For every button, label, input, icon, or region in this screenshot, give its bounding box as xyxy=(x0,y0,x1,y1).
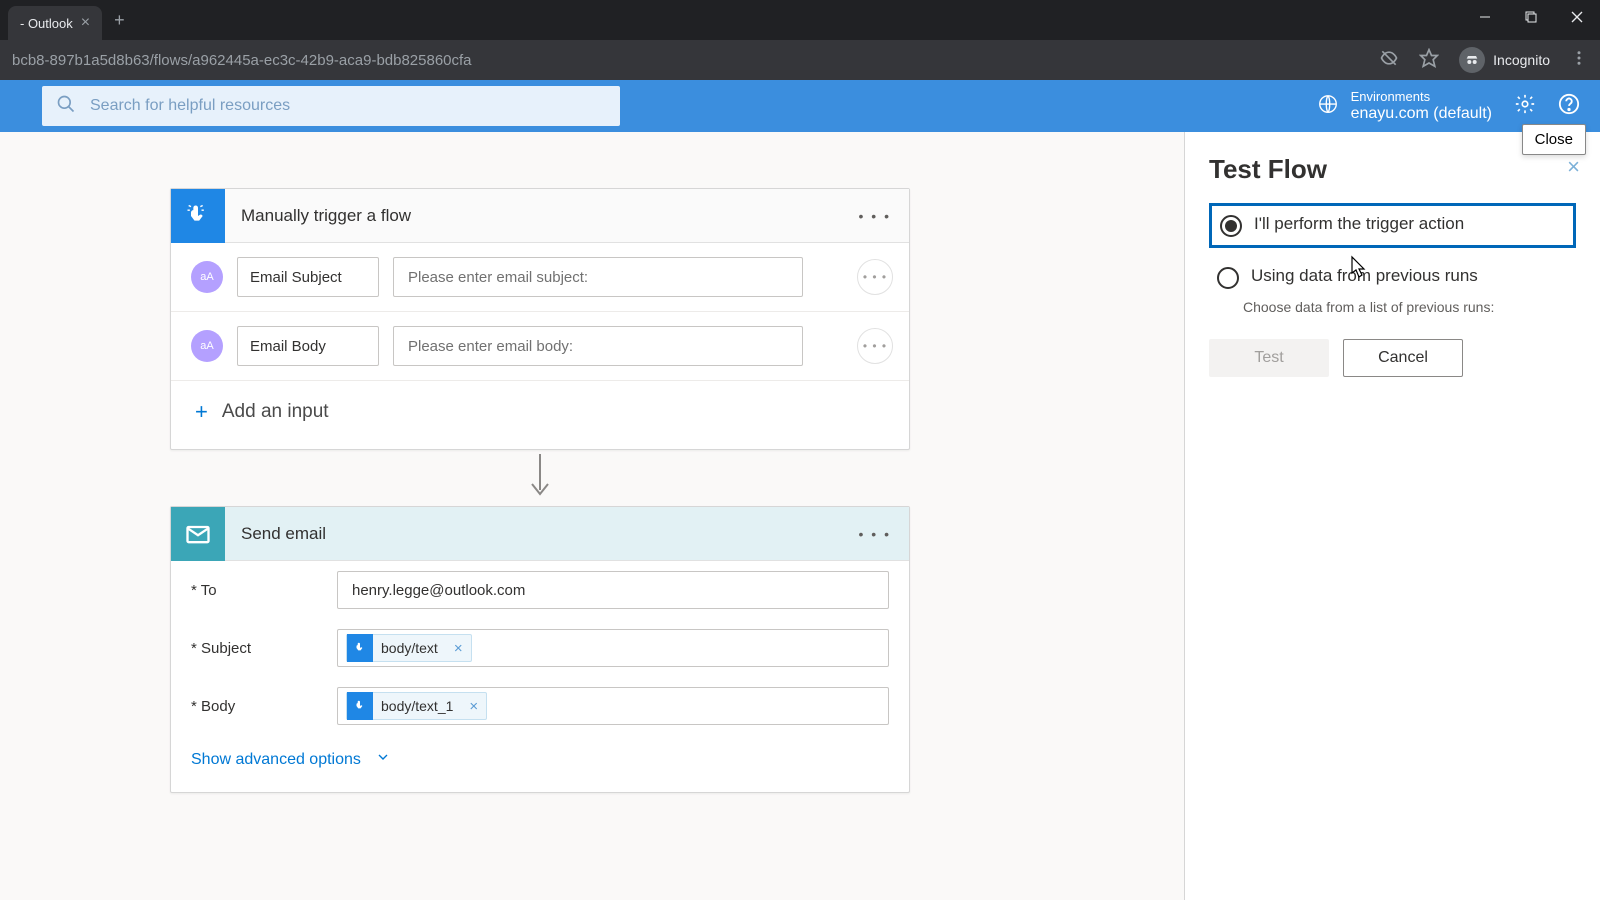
window-close-icon[interactable] xyxy=(1554,0,1600,34)
panel-title: Test Flow xyxy=(1209,154,1576,185)
incognito-label: Incognito xyxy=(1493,52,1550,68)
token-remove-icon[interactable]: × xyxy=(446,640,471,657)
input-prompt-field[interactable]: Please enter email subject: xyxy=(393,257,803,297)
dynamic-token[interactable]: body/text × xyxy=(346,634,472,662)
env-label: Environments xyxy=(1351,89,1492,105)
incognito-icon xyxy=(1459,47,1485,73)
new-tab-button[interactable]: + xyxy=(114,10,125,31)
field-label: * Subject xyxy=(191,640,321,657)
row-menu-icon[interactable]: • • • xyxy=(857,259,893,295)
token-remove-icon[interactable]: × xyxy=(461,698,486,715)
body-input[interactable]: body/text_1 × xyxy=(337,687,889,725)
text-type-icon: aA xyxy=(191,261,223,293)
field-to: * To henry.legge@outlook.com xyxy=(171,561,909,619)
environment-picker[interactable]: Environments enayu.com (default) xyxy=(1317,89,1492,124)
test-button[interactable]: Test xyxy=(1209,339,1329,377)
trigger-card: Manually trigger a flow • • • aA Email S… xyxy=(170,188,910,450)
browser-tab[interactable]: - Outlook × xyxy=(8,6,102,40)
token-text: body/text xyxy=(373,640,446,656)
mail-icon xyxy=(171,507,225,561)
radio-icon xyxy=(1220,215,1242,237)
action-card: Send email • • • * To henry.legge@outloo… xyxy=(170,506,910,793)
hand-tap-icon xyxy=(347,634,373,662)
app-header: Search for helpful resources Environment… xyxy=(0,80,1600,132)
radio-subtext: Choose data from a list of previous runs… xyxy=(1243,299,1576,315)
radio-label: I'll perform the trigger action xyxy=(1254,214,1464,234)
trigger-title: Manually trigger a flow xyxy=(241,206,411,226)
arrow-connector xyxy=(170,450,910,506)
incognito-badge[interactable]: Incognito xyxy=(1459,47,1550,73)
eye-off-icon[interactable] xyxy=(1379,48,1399,73)
field-label: * To xyxy=(191,582,321,599)
help-icon[interactable] xyxy=(1558,93,1580,120)
field-subject: * Subject body/text × xyxy=(171,619,909,677)
card-menu-icon[interactable]: • • • xyxy=(859,208,891,224)
radio-option-previous[interactable]: Using data from previous runs xyxy=(1209,258,1576,297)
browser-tab-bar: - Outlook × + xyxy=(0,0,1600,40)
panel-close-icon[interactable]: × xyxy=(1567,154,1580,180)
radio-option-manual[interactable]: I'll perform the trigger action xyxy=(1209,203,1576,248)
url-bar: bcb8-897b1a5d8b63/flows/a962445a-ec3c-42… xyxy=(0,40,1600,80)
input-name-field[interactable]: Email Body xyxy=(237,326,379,366)
close-tooltip: Close xyxy=(1522,124,1586,155)
radio-label: Using data from previous runs xyxy=(1251,266,1478,286)
chevron-down-icon xyxy=(375,749,391,770)
show-advanced-toggle[interactable]: Show advanced options xyxy=(171,735,909,792)
input-row-body: aA Email Body Please enter email body: •… xyxy=(171,312,909,380)
action-header[interactable]: Send email • • • xyxy=(171,507,909,561)
subject-input[interactable]: body/text × xyxy=(337,629,889,667)
add-input-button[interactable]: + Add an input xyxy=(171,381,909,449)
input-name-field[interactable]: Email Subject xyxy=(237,257,379,297)
show-advanced-label: Show advanced options xyxy=(191,751,361,769)
dynamic-token[interactable]: body/text_1 × xyxy=(346,692,487,720)
radio-icon xyxy=(1217,267,1239,289)
url-text[interactable]: bcb8-897b1a5d8b63/flows/a962445a-ec3c-42… xyxy=(12,52,1379,69)
token-text: body/text_1 xyxy=(373,698,461,714)
globe-icon xyxy=(1317,93,1339,120)
tab-title: - Outlook xyxy=(20,16,73,31)
field-body: * Body body/text_1 × xyxy=(171,677,909,735)
card-menu-icon[interactable]: • • • xyxy=(859,526,891,542)
action-title: Send email xyxy=(241,524,326,544)
to-input[interactable]: henry.legge@outlook.com xyxy=(337,571,889,609)
star-icon[interactable] xyxy=(1419,48,1439,73)
hand-tap-icon xyxy=(347,692,373,720)
env-name: enayu.com (default) xyxy=(1351,104,1492,123)
plus-icon: + xyxy=(195,399,208,425)
row-menu-icon[interactable]: • • • xyxy=(857,328,893,364)
gear-icon[interactable] xyxy=(1514,93,1536,120)
field-label: * Body xyxy=(191,698,321,715)
search-icon xyxy=(56,94,76,119)
browser-menu-icon[interactable] xyxy=(1570,49,1588,72)
input-row-subject: aA Email Subject Please enter email subj… xyxy=(171,243,909,311)
text-type-icon: aA xyxy=(191,330,223,362)
close-icon[interactable]: × xyxy=(81,14,90,32)
trigger-header[interactable]: Manually trigger a flow • • • xyxy=(171,189,909,243)
search-placeholder: Search for helpful resources xyxy=(90,97,290,115)
maximize-icon[interactable] xyxy=(1508,0,1554,34)
hand-tap-icon xyxy=(171,189,225,243)
minimize-icon[interactable] xyxy=(1462,0,1508,34)
add-input-label: Add an input xyxy=(222,401,329,423)
test-flow-panel: Test Flow × I'll perform the trigger act… xyxy=(1184,132,1600,900)
input-prompt-field[interactable]: Please enter email body: xyxy=(393,326,803,366)
cancel-button[interactable]: Cancel xyxy=(1343,339,1463,377)
search-input[interactable]: Search for helpful resources xyxy=(42,86,620,126)
